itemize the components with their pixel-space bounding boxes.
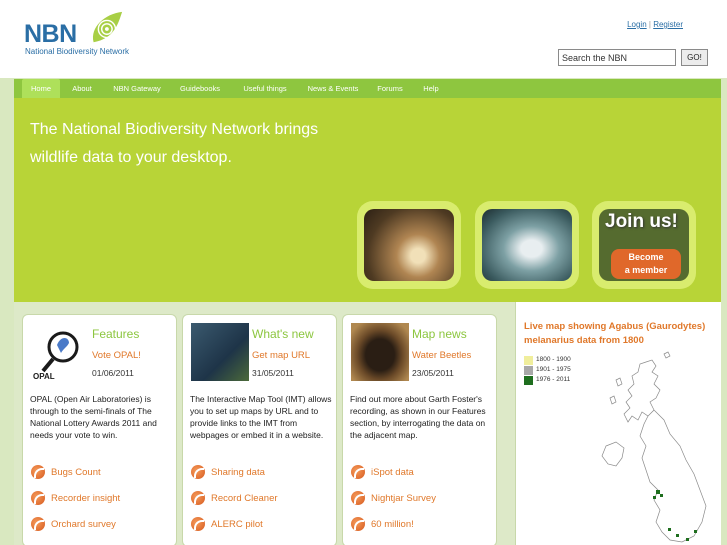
- whats-new-date: 31/05/2011: [252, 368, 294, 378]
- barnacle-photo: [364, 209, 454, 281]
- rss-link-label: Sharing data: [211, 467, 265, 478]
- rss-link-label: iSpot data: [371, 467, 414, 478]
- uk-outline: [601, 351, 707, 543]
- map-news-heading: Map news: [412, 327, 467, 341]
- map-news-date: 23/05/2011: [412, 368, 454, 378]
- nav-item-home[interactable]: Home: [22, 79, 60, 98]
- record-marker: [686, 538, 689, 541]
- rss-link-label: 60 million!: [371, 519, 414, 530]
- nav-item-forums[interactable]: Forums: [372, 79, 408, 98]
- rss-icon: [191, 517, 205, 531]
- legend-swatch: [524, 376, 533, 385]
- account-links: Login | Register: [627, 20, 683, 29]
- join-us-promo[interactable]: Join us! Become a member: [592, 201, 696, 289]
- whats-new-heading: What's new: [252, 327, 314, 341]
- legend-label: 1976 - 2011: [536, 376, 571, 383]
- record-marker: [660, 494, 663, 497]
- features-column: OPAL Features Vote OPAL! 01/06/2011 OPAL…: [22, 314, 177, 545]
- register-link[interactable]: Register: [653, 20, 683, 29]
- hero-line-1: The National Biodiversity Network brings: [30, 121, 319, 138]
- nav-item-news-events[interactable]: News & Events: [302, 79, 364, 98]
- join-us-title: Join us!: [605, 211, 678, 232]
- become-member-button[interactable]: Become a member: [611, 249, 681, 279]
- main-nav: Home About NBN Gateway Guidebooks Useful…: [14, 79, 721, 98]
- record-marker: [653, 496, 656, 499]
- become-member-line-1: Become: [628, 252, 664, 262]
- rss-link-label: Bugs Count: [51, 467, 101, 478]
- logo-swirl-icon: [93, 11, 123, 43]
- opal-logo-text: OPAL: [33, 372, 55, 381]
- map-records: [653, 490, 697, 541]
- whats-new-body: The Interactive Map Tool (IMT) allows yo…: [190, 394, 332, 440]
- site-header: NBN National Biodiversity Network Login …: [0, 0, 727, 78]
- nav-item-help[interactable]: Help: [416, 79, 446, 98]
- hero-banner: The National Biodiversity Network brings…: [14, 98, 721, 302]
- logo-subtitle: National Biodiversity Network: [25, 47, 130, 56]
- legend-swatch: [524, 356, 533, 365]
- opal-logo[interactable]: OPAL: [31, 323, 89, 381]
- login-link[interactable]: Login: [627, 20, 647, 29]
- join-us-panel: Join us! Become a member: [599, 209, 689, 281]
- logo[interactable]: NBN: [24, 20, 77, 49]
- water-beetle-photo[interactable]: [351, 323, 409, 381]
- hero-thumb-shell[interactable]: [475, 201, 579, 289]
- rss-icon: [351, 517, 365, 531]
- record-marker: [676, 534, 679, 537]
- hero-line-2: wildlife data to your desktop.: [30, 149, 232, 166]
- rss-icon: [31, 517, 45, 531]
- legend-label: 1800 - 1900: [536, 356, 571, 363]
- rss-icon: [31, 491, 45, 505]
- hero-tagline: The National Biodiversity Network brings…: [30, 116, 318, 172]
- rss-icon: [351, 491, 365, 505]
- whats-new-link[interactable]: Get map URL: [252, 350, 310, 361]
- nav-item-guidebooks[interactable]: Guidebooks: [174, 79, 226, 98]
- become-member-line-2: a member: [624, 265, 668, 275]
- rss-icon: [31, 465, 45, 479]
- rss-link-label: Record Cleaner: [211, 493, 278, 504]
- map-news-link[interactable]: Water Beetles: [412, 350, 471, 361]
- shell-photo: [482, 209, 572, 281]
- nav-item-about[interactable]: About: [64, 79, 100, 98]
- record-marker: [656, 490, 660, 494]
- nav-item-nbn-gateway[interactable]: NBN Gateway: [106, 79, 168, 98]
- content-area: OPAL Features Vote OPAL! 01/06/2011 OPAL…: [14, 302, 721, 545]
- record-marker: [694, 530, 697, 533]
- live-map-title: Live map showing Agabus (Gaurodytes) mel…: [524, 321, 706, 346]
- rss-link-label: Orchard survey: [51, 519, 116, 530]
- distribution-map[interactable]: [576, 350, 716, 545]
- features-date: 01/06/2011: [92, 368, 134, 378]
- link-separator: |: [648, 20, 651, 29]
- features-body: OPAL (Open Air Laboratories) is through …: [30, 394, 157, 440]
- legend-swatch: [524, 366, 533, 375]
- legend-label: 1901 - 1975: [536, 366, 571, 373]
- rss-icon: [351, 465, 365, 479]
- whats-new-column: What's new Get map URL 31/05/2011 The In…: [182, 314, 337, 545]
- hero-thumb-barnacle[interactable]: [357, 201, 461, 289]
- search-go-button[interactable]: GO!: [681, 49, 708, 66]
- live-map-panel: Live map showing Agabus (Gaurodytes) mel…: [515, 302, 721, 545]
- record-marker: [668, 528, 671, 531]
- rss-icon: [191, 465, 205, 479]
- search-input[interactable]: [558, 49, 676, 66]
- rss-link-label: Recorder insight: [51, 493, 121, 504]
- rss-link-label: Nightjar Survey: [371, 493, 436, 504]
- map-news-column: Map news Water Beetles 23/05/2011 Find o…: [342, 314, 497, 545]
- map-news-body: Find out more about Garth Foster's recor…: [350, 394, 486, 440]
- rss-icon: [191, 491, 205, 505]
- features-heading: Features: [92, 327, 140, 341]
- rss-link-label: ALERC pilot: [211, 519, 263, 530]
- imt-map-thumbnail[interactable]: [191, 323, 249, 381]
- nav-item-useful-things[interactable]: Useful things: [236, 79, 294, 98]
- features-link[interactable]: Vote OPAL!: [92, 350, 141, 361]
